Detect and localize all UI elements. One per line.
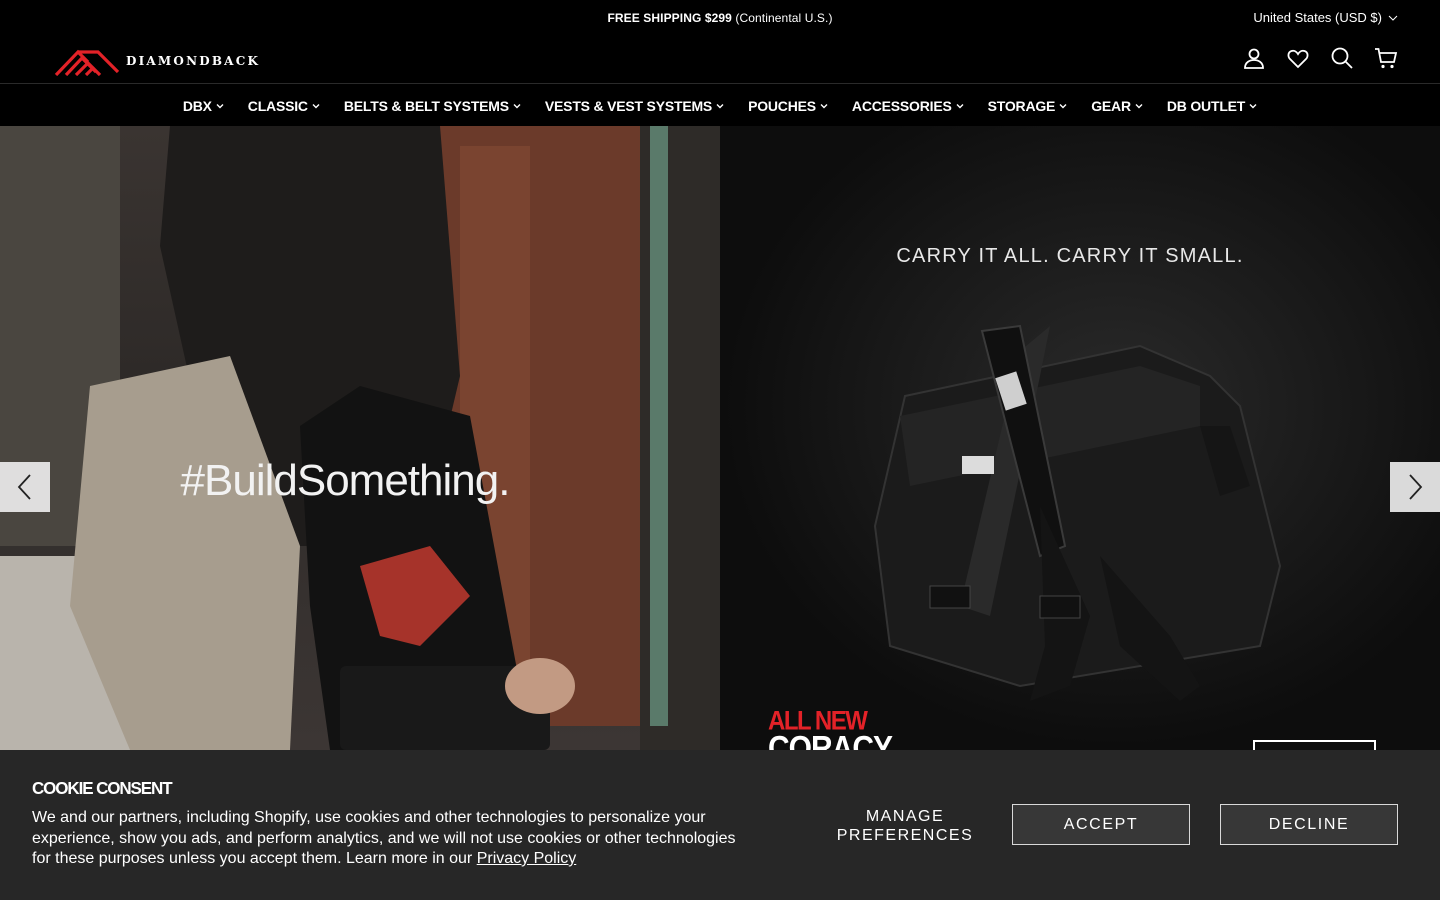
cookie-consent-banner: COOKIE CONSENT We and our partners, incl… (0, 750, 1440, 900)
nav-item-db-outlet[interactable]: DB OUTLET (1155, 98, 1269, 114)
chevron-down-icon (1059, 103, 1067, 108)
chevron-down-icon (956, 103, 964, 108)
hero-carousel: #BuildSomething. CARRY IT ALL. CARRY IT … (0, 126, 1440, 750)
chevron-down-icon (1135, 103, 1143, 108)
search-icon[interactable] (1330, 46, 1354, 70)
nav-item-label: STORAGE (987, 97, 1056, 114)
nav-item-dbx[interactable]: DBX (171, 98, 236, 114)
cookie-body-text: We and our partners, including Shopify, … (32, 809, 736, 867)
chevron-right-icon (1409, 474, 1423, 500)
chevron-down-icon (1249, 103, 1257, 108)
chevron-down-icon (513, 103, 521, 108)
nav-item-label: GEAR (1091, 97, 1131, 114)
hero-slide-build-something[interactable]: #BuildSomething. (0, 126, 720, 750)
account-icon[interactable] (1242, 46, 1266, 70)
chevron-down-icon (820, 103, 828, 108)
hero-shop-now-button[interactable] (1253, 740, 1376, 750)
chevron-down-icon (216, 103, 224, 108)
nav-item-accessories[interactable]: ACCESSORIES (840, 98, 976, 114)
chevron-left-icon (17, 474, 31, 500)
announcement-text: FREE SHIPPING $299 (Continental U.S.) (0, 11, 1440, 25)
nav-item-label: CLASSIC (247, 97, 308, 114)
main-navigation: DBX CLASSIC BELTS & BELT SYSTEMS VESTS &… (0, 85, 1440, 126)
nav-item-pouches[interactable]: POUCHES (736, 98, 840, 114)
nav-item-label: BELTS & BELT SYSTEMS (343, 97, 509, 114)
nav-item-storage[interactable]: STORAGE (976, 98, 1080, 114)
announcement-bold: FREE SHIPPING $299 (607, 11, 732, 25)
nav-item-classic[interactable]: CLASSIC (236, 98, 332, 114)
messenger-bag-image (873, 324, 1282, 701)
hero-slide-coracy[interactable]: CARRY IT ALL. CARRY IT SMALL. ALL NEW CO… (720, 126, 1440, 750)
chevron-down-icon (1388, 15, 1398, 21)
hero-hashtag: #BuildSomething. (180, 456, 511, 505)
cart-icon[interactable] (1374, 46, 1398, 70)
currency-selector[interactable]: United States (USD $) (1253, 10, 1398, 25)
announcement-rest: (Continental U.S.) (731, 11, 833, 25)
carousel-next-button[interactable] (1390, 462, 1440, 512)
site-header: DIAMONDBACK (0, 36, 1440, 84)
privacy-policy-link[interactable]: Privacy Policy (477, 850, 577, 867)
carousel-prev-button[interactable] (0, 462, 50, 512)
decline-button[interactable]: DECLINE (1220, 804, 1398, 845)
diamondback-logo-mark-icon (54, 49, 120, 76)
nav-item-label: VESTS & VEST SYSTEMS (544, 97, 713, 114)
chevron-down-icon (716, 103, 724, 108)
nav-item-vests[interactable]: VESTS & VEST SYSTEMS (533, 98, 736, 114)
chevron-down-icon (312, 103, 320, 108)
currency-label: United States (USD $) (1253, 10, 1382, 25)
nav-item-label: DB OUTLET (1166, 97, 1246, 114)
manage-label-line1: MANAGE (865, 808, 945, 825)
wishlist-heart-icon[interactable] (1286, 46, 1310, 70)
hero-photo-worker (0, 126, 720, 750)
logo-wordmark: DIAMONDBACK (126, 54, 261, 68)
header-icon-group (1242, 46, 1398, 70)
logo[interactable]: DIAMONDBACK (54, 46, 260, 76)
hero-product-name: CORACY (768, 729, 893, 750)
announcement-bar: FREE SHIPPING $299 (Continental U.S.) Un… (0, 0, 1440, 36)
manage-preferences-button[interactable]: MANAGE PREFERENCES (818, 807, 992, 845)
manage-label-line2: PREFERENCES (836, 827, 974, 844)
nav-item-label: DBX (182, 97, 212, 114)
accept-button[interactable]: ACCEPT (1012, 804, 1190, 845)
nav-item-belts[interactable]: BELTS & BELT SYSTEMS (332, 98, 533, 114)
nav-item-label: POUCHES (748, 97, 816, 114)
nav-item-label: ACCESSORIES (851, 97, 952, 114)
nav-item-gear[interactable]: GEAR (1079, 98, 1155, 114)
cookie-title: COOKIE CONSENT (32, 778, 173, 799)
cookie-body: We and our partners, including Shopify, … (32, 808, 752, 870)
